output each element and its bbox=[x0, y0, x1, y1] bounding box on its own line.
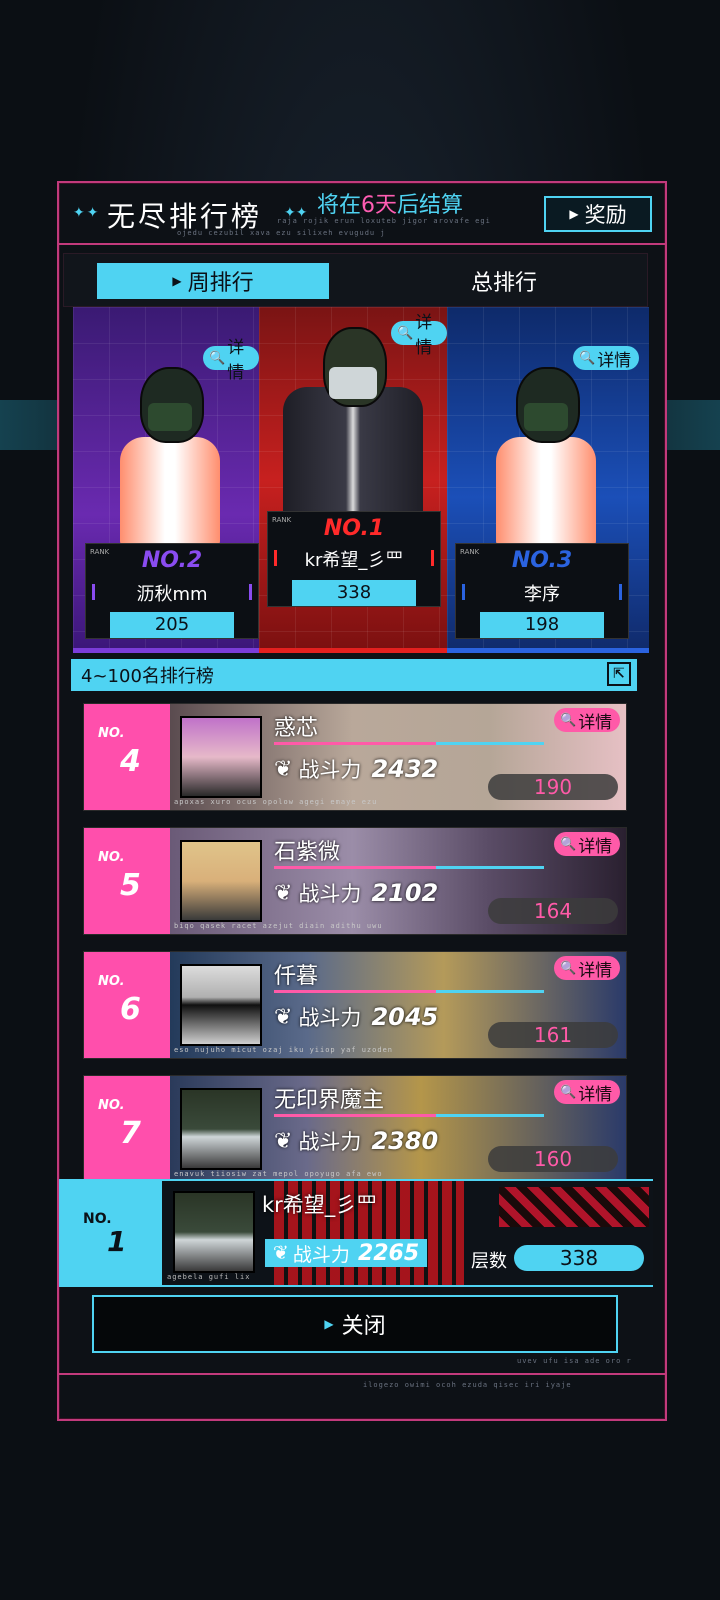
floor-value: 164 bbox=[488, 898, 618, 924]
play-triangle-icon: ▶ bbox=[324, 1317, 334, 1331]
deco-text: uvev ufu isa ade oro r bbox=[517, 1357, 632, 1365]
combat-power: ❦ 战斗力 2380 bbox=[274, 1127, 439, 1155]
detail-button[interactable]: 🔍 详情 bbox=[203, 338, 259, 383]
tab-total-label: 总排行 bbox=[470, 271, 537, 296]
detail-button[interactable]: 🔍 详情 bbox=[391, 313, 447, 358]
floor-value: 160 bbox=[488, 1146, 618, 1172]
floor-value: 338 bbox=[292, 580, 416, 606]
tab-weekly[interactable]: ▶ 周排行 bbox=[97, 263, 329, 299]
settle-countdown: 将在6天后结算 bbox=[317, 193, 464, 218]
deco-text: ojedu cezubil xava ezu silixeh evugudu j bbox=[177, 229, 386, 237]
avatar bbox=[173, 1191, 255, 1273]
close-label: 关闭 bbox=[341, 1314, 386, 1339]
magnifier-icon: 🔍 bbox=[560, 712, 577, 728]
tab-total[interactable]: 总排行 bbox=[444, 263, 564, 299]
avatar bbox=[180, 716, 262, 798]
player-name: 无印界魔主 bbox=[274, 1088, 385, 1113]
detail-button[interactable]: 🔍 详情 bbox=[554, 708, 621, 733]
floor-value: 161 bbox=[488, 1022, 618, 1048]
detail-button[interactable]: 🔍 详情 bbox=[554, 1080, 621, 1105]
reward-label: 奖励 bbox=[584, 203, 627, 227]
avatar bbox=[180, 840, 262, 922]
list-header-label: 4~100名排行榜 bbox=[81, 666, 214, 687]
character-figure bbox=[491, 367, 601, 547]
avatar bbox=[180, 964, 262, 1046]
player-name: 石紫微 bbox=[274, 840, 341, 865]
my-rank-row[interactable]: NO. 1 kr希望_彡罒 ❦ 战斗力 2265 层数 338 agebela guf… bbox=[59, 1179, 653, 1287]
detail-button[interactable]: 🔍 详情 bbox=[554, 956, 621, 981]
deco-text: ilogezo owimi ocoh ezuda qisec iri iyaje bbox=[363, 1381, 572, 1389]
close-button[interactable]: ▶ 关闭 bbox=[92, 1295, 618, 1353]
player-name: 仟暮 bbox=[274, 964, 319, 989]
list-item[interactable]: NO. 6 仟暮 ❦ 战斗力 2045 161 🔍 详情 eso nujuho micu… bbox=[83, 951, 627, 1059]
rank-number: NO.1 bbox=[323, 516, 385, 541]
expand-icon[interactable]: ⇱ bbox=[607, 662, 631, 686]
player-name: kr希望_彡罒 bbox=[262, 1193, 378, 1217]
magnifier-icon: 🔍 bbox=[560, 1084, 577, 1100]
player-name: 李序 bbox=[524, 584, 560, 605]
floor-value: 338 bbox=[514, 1245, 644, 1271]
rank-card: RANK NO.2 沥秋mm 205 bbox=[85, 543, 259, 639]
detail-button[interactable]: 🔍 详情 bbox=[554, 832, 621, 857]
feather-icon: ❦ bbox=[274, 1128, 293, 1154]
panel-header: ✦✦ 无尽排行榜 ✦✦ 将在6天后结算 raja rojik erun loxu… bbox=[59, 183, 665, 245]
podium-rank-1[interactable]: 🔍 详情 RANK NO.1 kr希望_彡罒 338 bbox=[259, 307, 447, 653]
list-item[interactable]: NO. 7 无印界魔主 ❦ 战斗力 2380 160 🔍 详情 enavuk tiios… bbox=[83, 1075, 627, 1183]
combat-power: ❦ 战斗力 2265 bbox=[265, 1239, 428, 1267]
floor-label: 层数 bbox=[471, 1251, 507, 1272]
magnifier-icon: 🔍 bbox=[560, 960, 577, 976]
feather-icon: ❦ bbox=[274, 756, 293, 782]
list-header: 4~100名排行榜 ⇱ bbox=[71, 659, 637, 691]
podium-rank-3[interactable]: 🔍 详情 RANK NO.3 李序 198 bbox=[447, 307, 649, 653]
reward-button[interactable]: ▶ 奖励 bbox=[544, 196, 652, 232]
floor-value: 190 bbox=[488, 774, 618, 800]
player-name: 惑芯 bbox=[274, 716, 319, 741]
podium-rank-2[interactable]: 🔍 详情 RANK NO.2 沥秋mm 205 bbox=[73, 307, 259, 653]
feather-icon: ❦ bbox=[274, 880, 293, 906]
play-triangle-icon: ▶ bbox=[569, 207, 579, 221]
ranking-tabs: ▶ 周排行 总排行 bbox=[63, 253, 648, 307]
deco-text: raja rojik erun loxuteb jigor arovafe eg… bbox=[277, 217, 491, 225]
floor-value: 198 bbox=[480, 612, 604, 638]
feather-icon: ❦ bbox=[274, 1004, 293, 1030]
character-figure bbox=[279, 327, 427, 517]
list-item[interactable]: NO. 4 惑芯 ❦ 战斗力 2432 190 🔍 详情 apoxas xuro ocu… bbox=[83, 703, 627, 811]
rank-card: RANK NO.1 kr希望_彡罒 338 bbox=[267, 511, 441, 607]
rank-card: RANK NO.3 李序 198 bbox=[455, 543, 629, 639]
tab-weekly-label: 周排行 bbox=[187, 271, 254, 296]
avatar bbox=[180, 1088, 262, 1170]
play-triangle-icon: ▶ bbox=[172, 274, 182, 288]
top3-podium: 🔍 详情 RANK NO.2 沥秋mm 205 🔍 详情 RANK NO.1 k… bbox=[73, 307, 649, 653]
player-name: 沥秋mm bbox=[136, 584, 208, 605]
combat-power: ❦ 战斗力 2045 bbox=[274, 1003, 439, 1031]
rank-number: NO.2 bbox=[141, 548, 203, 573]
feather-icon: ❦ bbox=[273, 1242, 289, 1264]
floor-value: 205 bbox=[110, 612, 234, 638]
magnifier-icon: 🔍 bbox=[579, 350, 596, 366]
rank-number: NO.3 bbox=[511, 548, 573, 573]
sparkle-icon: ✦✦ bbox=[73, 205, 101, 221]
detail-button[interactable]: 🔍 详情 bbox=[573, 346, 640, 371]
magnifier-icon: 🔍 bbox=[397, 325, 414, 341]
magnifier-icon: 🔍 bbox=[560, 836, 577, 852]
combat-power: ❦ 战斗力 2102 bbox=[274, 879, 439, 907]
magnifier-icon: 🔍 bbox=[209, 350, 226, 366]
character-figure bbox=[115, 367, 225, 547]
player-name: kr希望_彡罒 bbox=[304, 550, 404, 571]
combat-power: ❦ 战斗力 2432 bbox=[274, 755, 439, 783]
list-item[interactable]: NO. 5 石紫微 ❦ 战斗力 2102 164 🔍 详情 biqo qasek rac… bbox=[83, 827, 627, 935]
leaderboard-panel: ✦✦ 无尽排行榜 ✦✦ 将在6天后结算 raja rojik erun loxu… bbox=[57, 181, 667, 1421]
